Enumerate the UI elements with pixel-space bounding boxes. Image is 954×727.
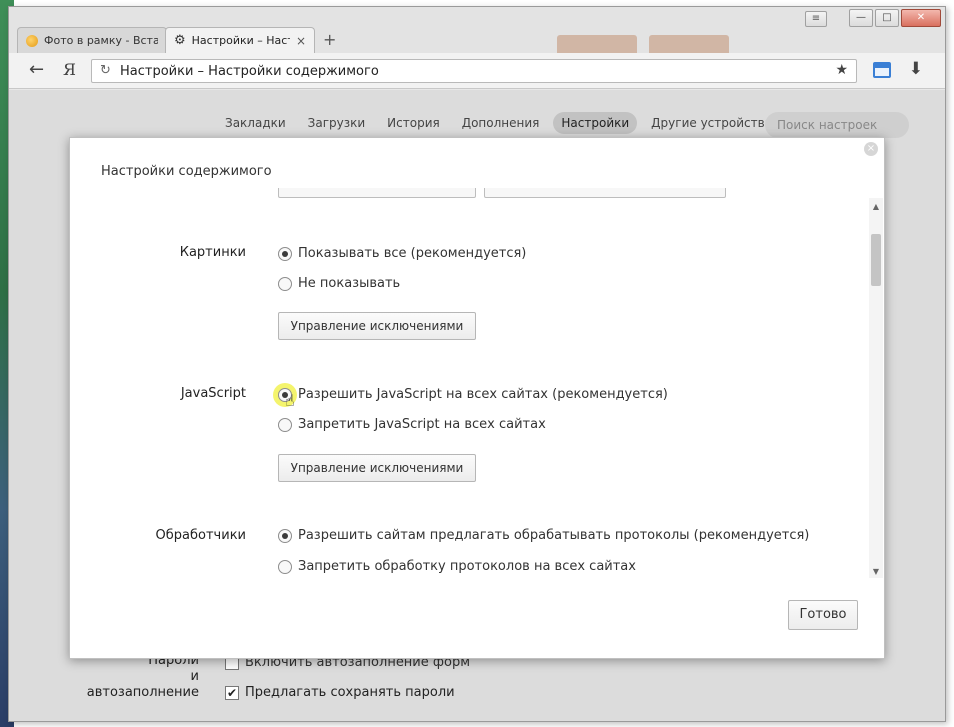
save-passwords-label: Предлагать сохранять пароли <box>245 685 455 700</box>
radio-button[interactable] <box>278 246 292 261</box>
save-passwords-option[interactable]: ✔ Предлагать сохранять пароли <box>225 685 455 700</box>
nav-other-devices[interactable]: Другие устройства <box>643 112 780 134</box>
javascript-allow-option[interactable]: Разрешить JavaScript на всех сайтах (рек… <box>278 387 668 402</box>
background-tab-shadow <box>649 35 729 53</box>
tab-title: Настройки – Настройки содержимого <box>191 34 290 47</box>
minimize-button[interactable]: — <box>849 9 873 27</box>
dialog-content: Картинки Показывать все (рекомендуется) … <box>70 188 870 578</box>
radio-button[interactable] <box>278 276 292 291</box>
radio-button[interactable] <box>278 528 292 543</box>
option-label: Разрешить сайтам предлагать обрабатывать… <box>298 528 810 543</box>
images-show-all-option[interactable]: Показывать все (рекомендуется) <box>278 246 526 261</box>
yandex-button[interactable]: Я <box>63 60 76 79</box>
handlers-block-option[interactable]: Запретить обработку протоколов на всех с… <box>278 559 636 574</box>
window-controls: — □ ✕ <box>849 9 941 27</box>
download-icon[interactable]: ⬇ <box>909 59 923 79</box>
javascript-exceptions-button[interactable]: Управление исключениями <box>278 454 476 482</box>
close-window-button[interactable]: ✕ <box>901 9 941 27</box>
nav-extensions[interactable]: Дополнения <box>454 112 548 134</box>
images-hide-option[interactable]: Не показывать <box>278 276 400 291</box>
nav-downloads[interactable]: Загрузки <box>300 112 374 134</box>
images-exceptions-button[interactable]: Управление исключениями <box>278 312 476 340</box>
tab-photo-frame[interactable]: Фото в рамку - Вставить <box>17 27 167 53</box>
handlers-allow-option[interactable]: Разрешить сайтам предлагать обрабатывать… <box>278 528 809 543</box>
settings-nav: Закладки Загрузки История Дополнения Нас… <box>217 112 780 134</box>
hand-cursor-icon: ☝ <box>285 391 295 410</box>
dialog-title: Настройки содержимого <box>101 164 272 179</box>
option-label: Разрешить JavaScript на всех сайтах (рек… <box>298 387 668 402</box>
option-label: Не показывать <box>298 276 401 291</box>
done-button[interactable]: Готово <box>788 600 858 630</box>
scrolled-button[interactable] <box>484 188 726 198</box>
radio-button[interactable] <box>278 559 292 574</box>
scroll-up-arrow-icon[interactable]: ▲ <box>871 202 881 211</box>
dialog-scrollbar[interactable]: ▲ ▼ <box>869 198 883 578</box>
reload-icon[interactable]: ↻ <box>100 63 111 78</box>
javascript-block-option[interactable]: Запретить JavaScript на всех сайтах <box>278 417 546 432</box>
toolbar: ← Я ↻ Настройки – Настройки содержимого … <box>9 53 945 89</box>
tab-settings[interactable]: ⚙ Настройки – Настройки содержимого × <box>165 27 315 53</box>
nav-history[interactable]: История <box>379 112 448 134</box>
handlers-section-label: Обработчики <box>155 528 246 543</box>
option-label: Показывать все (рекомендуется) <box>298 246 527 261</box>
address-text[interactable]: Настройки – Настройки содержимого <box>120 64 379 79</box>
passwords-section-label: Пароли и автозаполнение <box>86 653 199 700</box>
tableau-icon[interactable] <box>873 62 891 78</box>
images-section-label: Картинки <box>179 245 246 260</box>
scrolled-button[interactable] <box>278 188 476 198</box>
new-tab-button[interactable]: + <box>323 30 336 49</box>
save-passwords-checkbox[interactable]: ✔ <box>225 685 239 700</box>
background-tab-shadow <box>557 35 637 53</box>
back-arrow-icon[interactable]: ← <box>29 59 44 80</box>
nav-bookmarks[interactable]: Закладки <box>217 112 294 134</box>
option-label: Запретить обработку протоколов на всех с… <box>298 559 636 574</box>
site-favicon-icon <box>26 34 38 47</box>
address-bar[interactable]: ↻ Настройки – Настройки содержимого ★ <box>91 59 857 83</box>
bookmark-star-icon[interactable]: ★ <box>835 62 848 78</box>
scrollbar-thumb[interactable] <box>871 234 881 286</box>
close-tab-icon[interactable]: × <box>296 34 306 48</box>
settings-search-input[interactable]: Поиск настроек <box>765 112 909 138</box>
close-dialog-icon[interactable]: × <box>864 142 878 156</box>
radio-button[interactable] <box>278 417 292 432</box>
tab-strip: Фото в рамку - Вставить ⚙ Настройки – На… <box>17 27 336 53</box>
javascript-section-label: JavaScript <box>180 386 246 401</box>
browser-menu-button[interactable]: ≡ <box>805 11 827 27</box>
maximize-button[interactable]: □ <box>875 9 899 27</box>
option-label: Запретить JavaScript на всех сайтах <box>298 417 546 432</box>
nav-settings[interactable]: Настройки <box>553 112 638 134</box>
scroll-down-arrow-icon[interactable]: ▼ <box>871 567 881 576</box>
title-bar: ≡ — □ ✕ Фото в рамку - Вставить ⚙ Настро… <box>9 7 945 53</box>
tab-title: Фото в рамку - Вставить <box>44 34 158 47</box>
content-settings-dialog: Настройки содержимого × Картинки Показыв… <box>69 137 885 659</box>
gear-icon: ⚙ <box>174 33 186 48</box>
